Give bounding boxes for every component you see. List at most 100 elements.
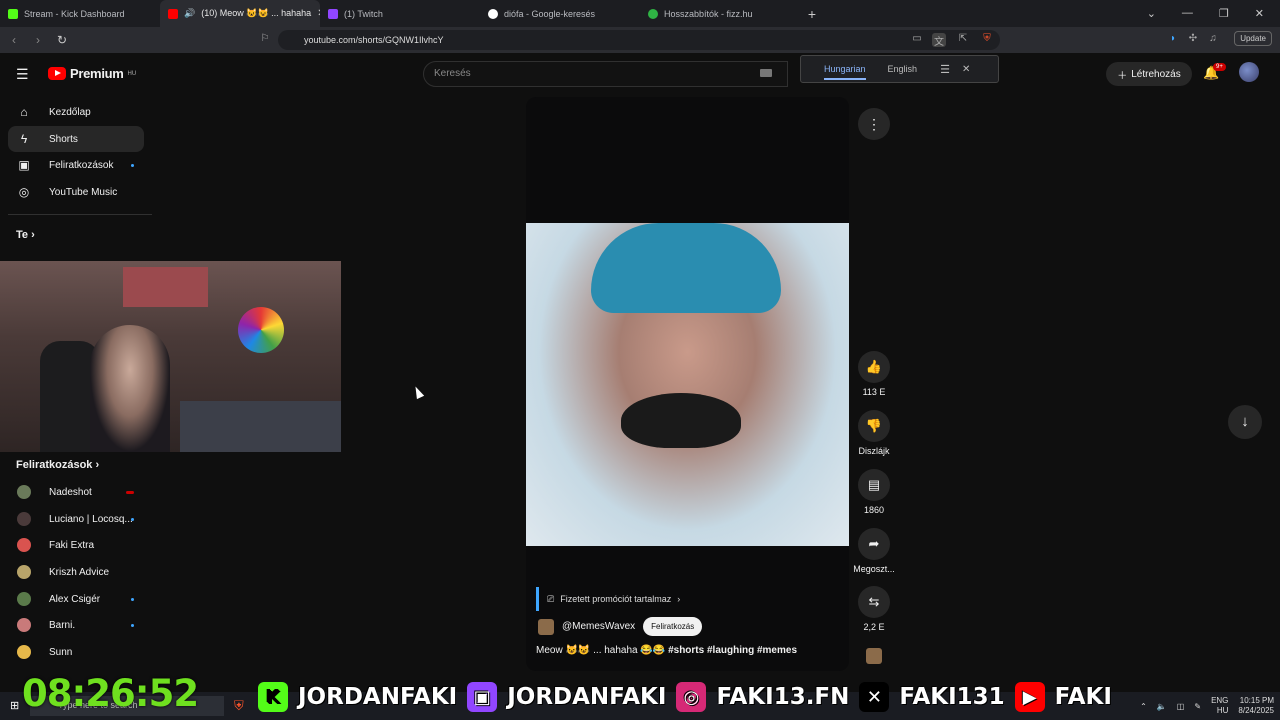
mouse-cursor	[411, 384, 425, 400]
network-icon[interactable]: ◫	[1177, 702, 1185, 711]
sidebar-sub-item[interactable]: Sunn	[8, 639, 144, 665]
hashtags[interactable]: #shorts #laughing #memes	[668, 645, 797, 656]
close-window-button[interactable]: ✕	[1255, 7, 1264, 20]
minimize-button[interactable]: —	[1182, 7, 1193, 20]
sidebar-item-music[interactable]: ◎ YouTube Music	[8, 179, 144, 205]
new-content-dot	[131, 517, 134, 521]
youtube-premium-logo[interactable]: Premium HU	[48, 66, 136, 81]
chevron-up-icon[interactable]: ⌃	[1140, 702, 1147, 711]
description-text: Meow 😺😺 ... hahaha 😂😂	[536, 645, 666, 656]
tab-twitch[interactable]: (1) Twitch	[320, 0, 480, 27]
keyboard-icon[interactable]	[760, 69, 772, 77]
live-indicator	[126, 490, 134, 494]
thumbs-down-icon: 👎	[858, 410, 890, 442]
sidebar-item-subscriptions[interactable]: ▣ Feliratkozások	[8, 152, 144, 178]
translate-from-tab[interactable]: Hungarian	[824, 58, 866, 80]
tab-youtube-short[interactable]: 🔊(10) Meow 😺😺 ... hahaha✕	[160, 0, 320, 27]
tab-label: (10) Meow 😺😺 ... hahaha	[201, 8, 312, 18]
channel-handle[interactable]: @MemesWavex	[562, 621, 635, 632]
music-ext-icon[interactable]: ♫	[1206, 33, 1220, 47]
extensions-icon[interactable]: ✣	[1186, 33, 1200, 47]
language-indicator[interactable]: ENG HU	[1211, 696, 1228, 716]
tab-label: (1) Twitch	[344, 8, 383, 19]
you-section-link[interactable]: Te ›	[16, 229, 35, 241]
dislike-button[interactable]: 👎 Diszlájk	[849, 410, 899, 456]
avatar	[17, 645, 31, 659]
brave-shield-icon[interactable]: ⛨	[980, 33, 994, 47]
tab-fizz[interactable]: Hosszabbítók - fizz.hu	[640, 0, 800, 27]
sidebar-sub-item[interactable]: Faki Extra	[8, 532, 144, 558]
instagram-icon: ◎	[676, 682, 707, 712]
clock[interactable]: 10:15 PM 8/24/2025	[1238, 696, 1274, 716]
back-button[interactable]: ‹	[4, 33, 24, 47]
short-video-frame[interactable]	[526, 223, 849, 546]
sidebar-item-label: Kezdőlap	[49, 106, 91, 118]
translate-to-tab[interactable]: English	[888, 64, 918, 74]
brave-taskbar-icon[interactable]: ⛨	[234, 698, 244, 714]
url-field[interactable]: youtube.com/shorts/GQNW1IlvhcY	[278, 30, 1000, 50]
sound-avatar[interactable]	[866, 648, 882, 664]
translate-menu-icon[interactable]: ☰	[940, 63, 950, 76]
like-button[interactable]: 👍 113 E	[849, 351, 899, 397]
channel-avatar[interactable]	[538, 618, 554, 635]
share-button[interactable]: ➦ Megoszt...	[849, 528, 899, 574]
avatar	[17, 565, 31, 579]
sidebar-item-home[interactable]: ⌂ Kezdőlap	[8, 99, 144, 125]
subscribe-button[interactable]: Feliratkozás	[643, 617, 703, 636]
close-icon[interactable]: ✕	[962, 64, 970, 75]
region-code: HU	[127, 70, 137, 77]
volume-icon[interactable]: 🔈	[1157, 702, 1167, 711]
subscriptions-heading[interactable]: Feliratkozások ›	[16, 459, 99, 471]
windows-start-icon[interactable]: ⊞	[10, 699, 19, 712]
next-short-button[interactable]: ↓	[1228, 405, 1262, 439]
more-options-icon[interactable]: ⋮	[858, 108, 890, 140]
sidebar-sub-item[interactable]: Nadeshot	[8, 479, 144, 505]
wallet-icon[interactable]: ◗	[1166, 33, 1180, 47]
sidebar-sub-item[interactable]: Kriszh Advice	[8, 559, 144, 585]
paid-promotion-notice[interactable]: ⎚ Fizetett promóciót tartalmaz ›	[536, 587, 680, 611]
youtube-logo-icon	[48, 67, 66, 80]
short-channel-row: @MemesWavex Feliratkozás	[538, 617, 703, 636]
tab-label: Stream - Kick Dashboard	[24, 8, 125, 19]
twitch-icon	[328, 8, 338, 19]
subscriptions-icon: ▣	[18, 158, 30, 172]
create-button[interactable]: ＋ Létrehozás	[1106, 62, 1192, 86]
short-description[interactable]: Meow 😺😺 ... hahaha 😂😂 #shorts #laughing …	[536, 645, 797, 656]
youtube-icon	[168, 8, 178, 19]
restore-button[interactable]: ❐	[1219, 7, 1229, 20]
sidebar-item-shorts[interactable]: ϟ Shorts	[8, 126, 144, 152]
remix-button[interactable]: ⇆ 2,2 E	[849, 586, 899, 632]
wall-poster	[123, 267, 208, 307]
x-handle: FAKI131	[899, 684, 1005, 710]
url-text: youtube.com/shorts/GQNW1IlvhcY	[304, 35, 444, 45]
cast-icon[interactable]: ▭	[910, 33, 924, 47]
sidebar-sub-item[interactable]: Luciano | Locosq...	[8, 506, 144, 532]
subscriptions-heading-label: Feliratkozások	[16, 459, 93, 471]
short-player[interactable]: ⎚ Fizetett promóciót tartalmaz › @MemesWav…	[526, 97, 849, 671]
new-tab-button[interactable]: +	[800, 6, 824, 22]
kick-icon: K	[258, 682, 288, 712]
sidebar-sub-item[interactable]: Alex Csigér	[8, 586, 144, 612]
update-button[interactable]: Update	[1234, 31, 1272, 46]
sidebar-sub-item[interactable]: Barni.	[8, 612, 144, 638]
forward-button[interactable]: ›	[28, 33, 48, 47]
menu-icon[interactable]: ☰	[16, 66, 29, 83]
tab-kick-dashboard[interactable]: Stream - Kick Dashboard	[0, 0, 160, 27]
plus-icon: ＋	[1117, 70, 1128, 82]
tab-google-search[interactable]: diófa - Google-keresés	[480, 0, 640, 27]
comments-button[interactable]: ▤ 1860	[849, 469, 899, 515]
share-icon[interactable]: ⇱	[956, 33, 970, 47]
translate-icon[interactable]: 文	[932, 33, 946, 48]
pen-icon[interactable]: ✎	[1194, 702, 1201, 711]
account-avatar[interactable]	[1239, 62, 1259, 82]
tab-list-icon[interactable]: ⌄	[1147, 7, 1156, 20]
system-tray: ⌃ 🔈 ◫ ✎ ENG HU 10:15 PM 8/24/2025	[1140, 696, 1274, 716]
lang-code-2: HU	[1216, 706, 1229, 715]
search-input[interactable]: Keresés	[423, 61, 788, 87]
bookmark-icon[interactable]: ⚐	[258, 33, 272, 47]
webcam-overlay	[0, 261, 341, 452]
like-count: 113 E	[862, 387, 886, 397]
kick-icon	[8, 8, 18, 19]
reload-button[interactable]: ↻	[52, 33, 72, 47]
stream-timer: 08:26:52	[22, 672, 199, 715]
